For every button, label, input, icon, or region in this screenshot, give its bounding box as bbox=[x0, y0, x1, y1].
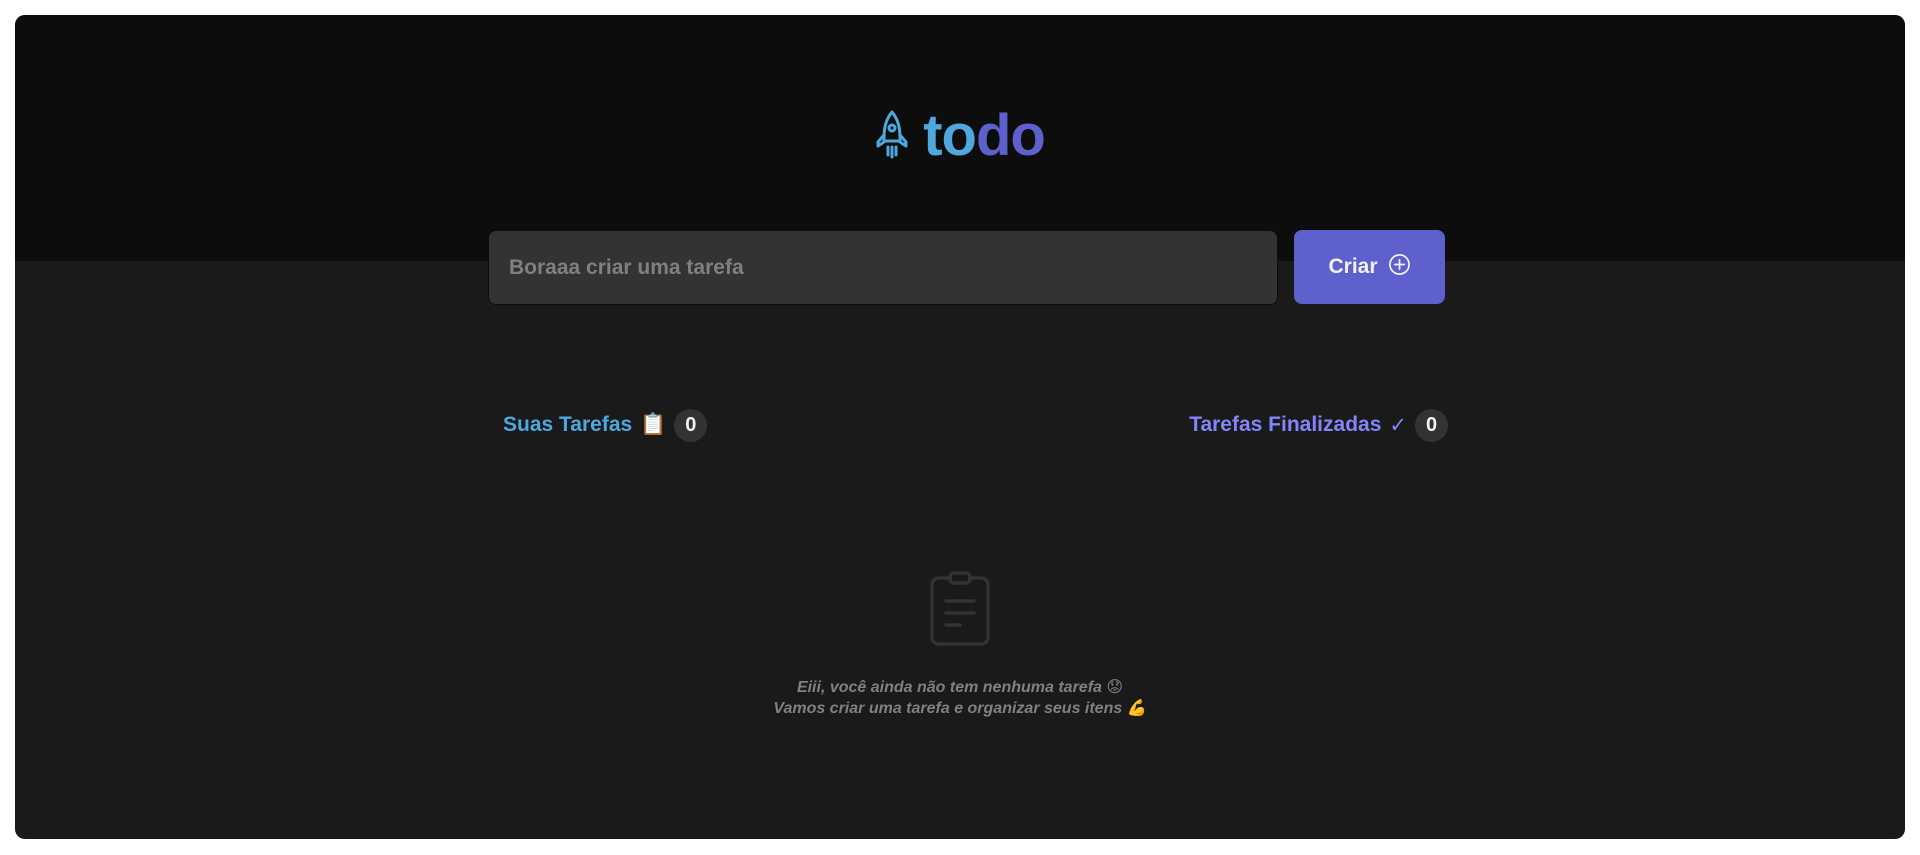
create-button-label: Criar bbox=[1328, 255, 1378, 278]
plus-circle-icon bbox=[1388, 253, 1411, 282]
done-tasks-counter: Tarefas Finalizadas ✓ 0 bbox=[1189, 408, 1448, 442]
logo-text: todo bbox=[923, 107, 1046, 165]
logo-text-do: do bbox=[975, 103, 1046, 168]
empty-state-line-1: Eiii, você ainda não tem nenhuma tarefa … bbox=[796, 679, 1124, 696]
checkmark-icon: ✓ bbox=[1389, 413, 1407, 437]
clipboard-icon bbox=[929, 571, 991, 677]
created-tasks-label: Suas Tarefas bbox=[503, 413, 633, 436]
task-counters: Suas Tarefas 📋 0 Tarefas Finalizadas ✓ 0 bbox=[503, 407, 1448, 443]
app-window: todo Criar Suas Tarefas 📋 0 Tarefas Fina… bbox=[15, 15, 1905, 839]
logo-text-to: to bbox=[923, 103, 977, 168]
done-tasks-label: Tarefas Finalizadas bbox=[1189, 413, 1382, 436]
create-task-form: Criar bbox=[488, 230, 1445, 305]
clipboard-emoji-icon: 📋 bbox=[640, 413, 667, 436]
created-tasks-counter: Suas Tarefas 📋 0 bbox=[503, 408, 708, 442]
create-button[interactable]: Criar bbox=[1294, 230, 1445, 304]
task-input[interactable] bbox=[488, 230, 1278, 305]
rocket-icon bbox=[875, 109, 909, 164]
done-tasks-count: 0 bbox=[1415, 408, 1448, 442]
created-tasks-count: 0 bbox=[674, 408, 708, 442]
empty-state: Eiii, você ainda não tem nenhuma tarefa … bbox=[15, 571, 1905, 719]
empty-state-line-2: Vamos criar uma tarefa e organizar seus … bbox=[773, 700, 1147, 717]
header: todo bbox=[15, 15, 1905, 261]
logo: todo bbox=[15, 107, 1905, 165]
